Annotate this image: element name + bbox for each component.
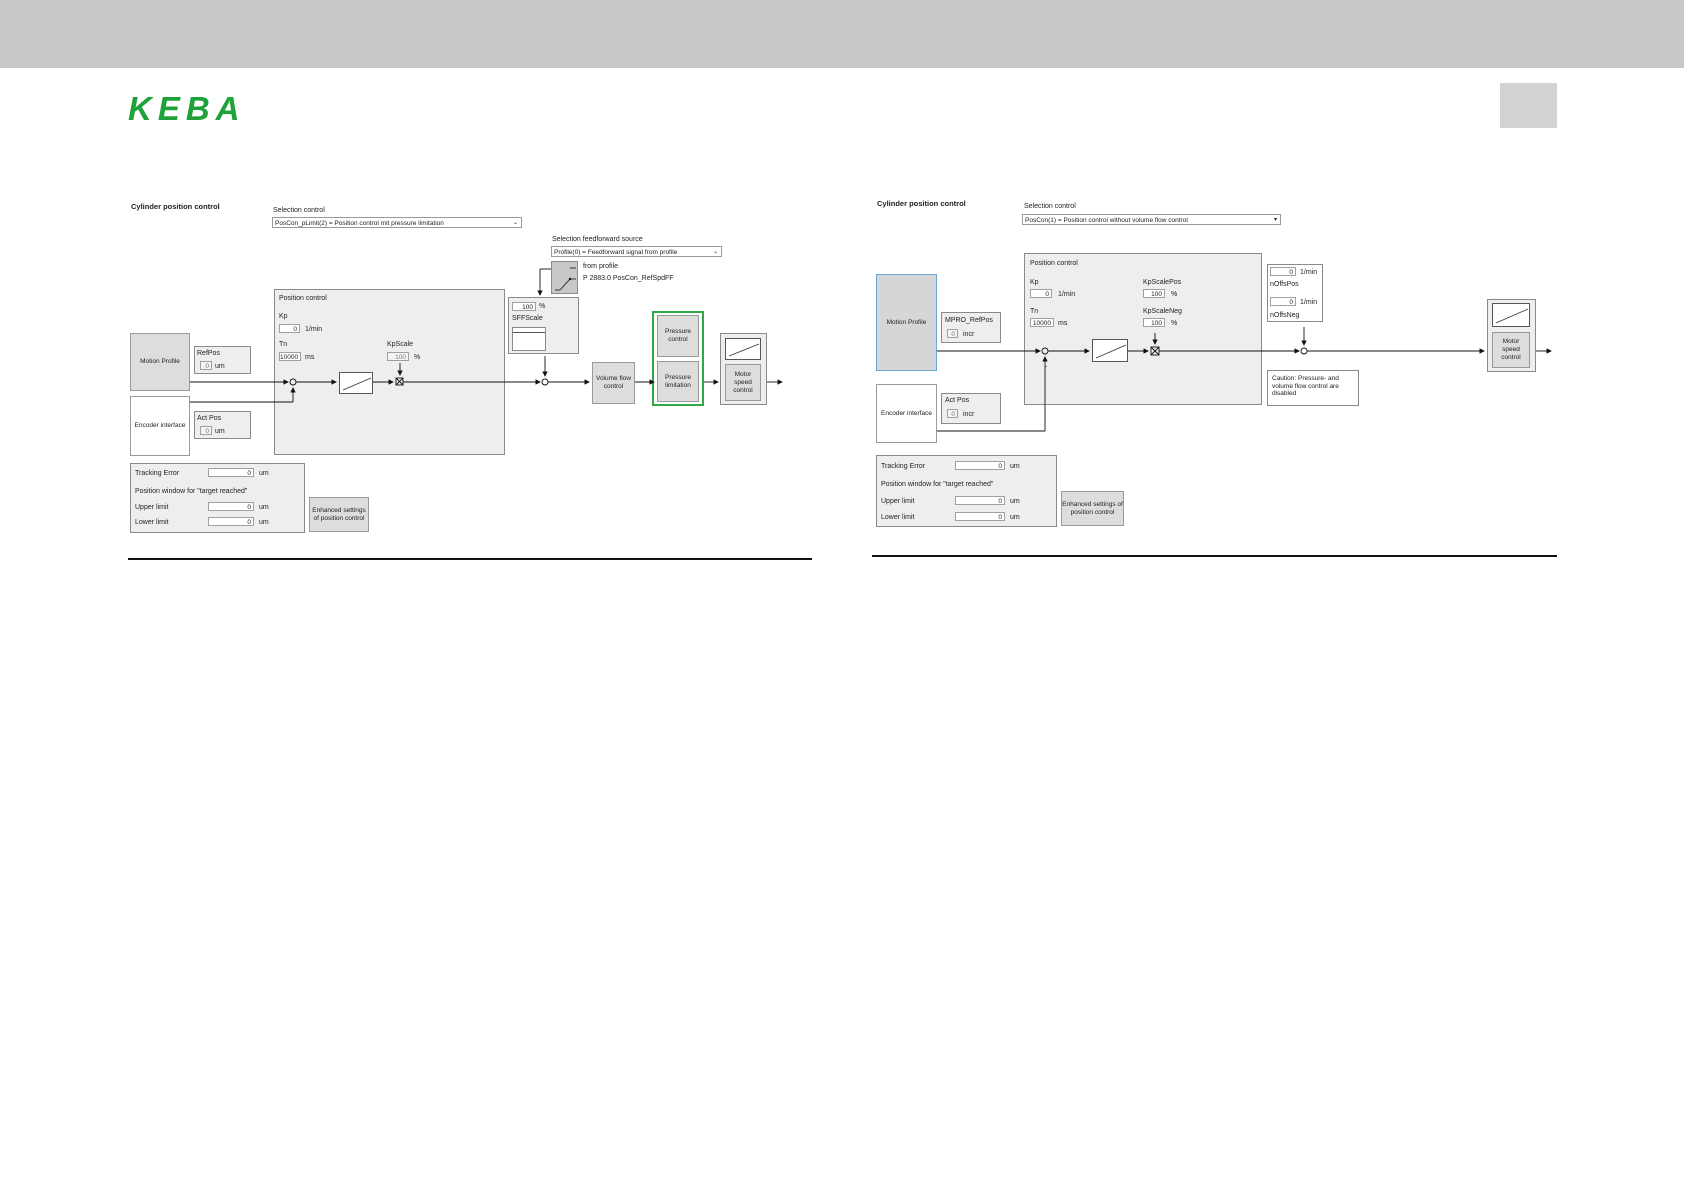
right-signal-wires <box>937 327 1552 432</box>
right-divider <box>872 555 1557 557</box>
